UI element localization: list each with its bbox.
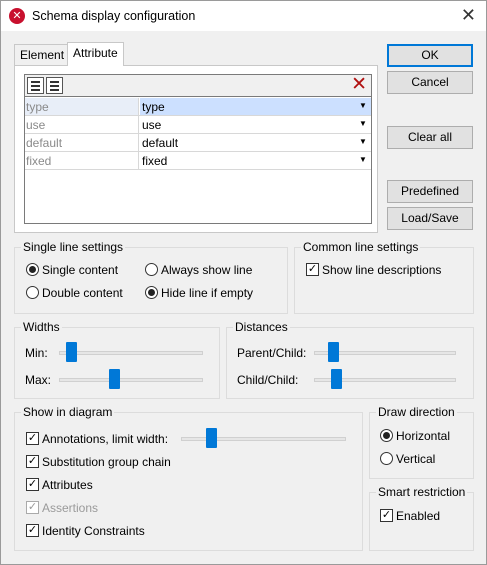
attribute-grid: ✕ type type ▼ use use ▼ default default [24, 74, 372, 224]
close-icon[interactable]: ✕ [461, 5, 476, 25]
cancel-button[interactable]: Cancel [387, 71, 473, 94]
row-name: use [25, 116, 139, 133]
parent-child-slider-thumb[interactable] [328, 342, 340, 362]
vertical-label[interactable]: Vertical [396, 452, 435, 466]
annotation-width-slider-thumb[interactable] [205, 428, 217, 448]
vertical-radio[interactable] [380, 452, 393, 465]
grid-toolbar: ✕ [25, 74, 371, 97]
row-value: default [142, 136, 179, 150]
max-label: Max: [25, 373, 52, 387]
show-line-descriptions-label[interactable]: Show line descriptions [322, 263, 441, 277]
append-row-icon[interactable] [27, 77, 44, 94]
clear-all-button[interactable]: Clear all [387, 126, 473, 149]
row-value: type [142, 100, 165, 114]
min-width-slider-track[interactable] [59, 351, 203, 355]
enabled-checkbox[interactable]: ✓ [380, 509, 393, 522]
always-show-line-radio[interactable] [145, 263, 158, 276]
table-row[interactable]: type type ▼ [25, 98, 371, 116]
annotations-checkbox[interactable]: ✓ [26, 432, 39, 445]
draw-direction-group: Draw direction [369, 405, 474, 479]
child-child-slider-thumb[interactable] [331, 369, 343, 389]
parent-child-label: Parent/Child: [237, 346, 307, 360]
min-label: Min: [25, 346, 48, 360]
row-value-select[interactable]: fixed ▼ [140, 152, 371, 169]
dialog-window: ✕ Schema display configuration ✕ Element… [0, 0, 487, 565]
row-name: type [25, 98, 139, 115]
dropdown-arrow-icon[interactable]: ▼ [357, 118, 369, 130]
attributes-checkbox[interactable]: ✓ [26, 478, 39, 491]
identity-constraints-checkbox[interactable]: ✓ [26, 524, 39, 537]
group-title: Show in diagram [21, 405, 115, 419]
double-content-radio[interactable] [26, 286, 39, 299]
group-title: Widths [21, 320, 62, 334]
insert-row-icon[interactable] [46, 77, 63, 94]
substitution-group-chain-label[interactable]: Substitution group chain [42, 455, 171, 469]
row-value-select[interactable]: use ▼ [140, 116, 371, 133]
single-line-settings-group: Single line settings [14, 240, 288, 314]
max-width-slider-thumb[interactable] [109, 369, 121, 389]
delete-row-icon[interactable]: ✕ [351, 74, 367, 96]
always-show-line-label[interactable]: Always show line [161, 263, 252, 277]
group-title: Smart restriction [376, 485, 468, 499]
hide-line-if-empty-radio[interactable] [145, 286, 158, 299]
child-child-label: Child/Child: [237, 373, 299, 387]
tab-attribute[interactable]: Attribute [67, 42, 124, 66]
attribute-tab-panel: ✕ type type ▼ use use ▼ default default [14, 65, 378, 233]
predefined-button[interactable]: Predefined [387, 180, 473, 203]
row-value: fixed [142, 154, 168, 168]
double-content-label[interactable]: Double content [42, 286, 123, 300]
horizontal-radio[interactable] [380, 429, 393, 442]
dropdown-arrow-icon[interactable]: ▼ [357, 136, 369, 148]
max-width-slider-track[interactable] [59, 378, 203, 382]
enabled-label[interactable]: Enabled [396, 509, 440, 523]
group-title: Draw direction [376, 405, 457, 419]
hide-line-if-empty-label[interactable]: Hide line if empty [161, 286, 253, 300]
table-row[interactable]: fixed fixed ▼ [25, 152, 371, 170]
attributes-label[interactable]: Attributes [42, 478, 93, 492]
horizontal-label[interactable]: Horizontal [396, 429, 450, 443]
assertions-checkbox: ✓ [26, 501, 39, 514]
table-row[interactable]: use use ▼ [25, 116, 371, 134]
group-title: Common line settings [301, 240, 421, 254]
dropdown-arrow-icon[interactable]: ▼ [357, 154, 369, 166]
annotations-label[interactable]: Annotations, limit width: [42, 432, 168, 446]
assertions-label: Assertions [42, 501, 99, 515]
ok-button[interactable]: OK [387, 44, 473, 67]
common-line-settings-group: Common line settings [294, 240, 474, 314]
min-width-slider-thumb[interactable] [66, 342, 78, 362]
load-save-button[interactable]: Load/Save [387, 207, 473, 230]
row-value-select[interactable]: default ▼ [140, 134, 371, 151]
identity-constraints-label[interactable]: Identity Constraints [42, 524, 145, 538]
show-line-descriptions-checkbox[interactable]: ✓ [306, 263, 319, 276]
table-row[interactable]: default default ▼ [25, 134, 371, 152]
distances-group: Distances [226, 320, 474, 399]
dropdown-arrow-icon[interactable]: ▼ [357, 100, 369, 112]
single-content-radio[interactable] [26, 263, 39, 276]
single-content-label[interactable]: Single content [42, 263, 118, 277]
window-title: Schema display configuration [32, 9, 196, 23]
tab-element[interactable]: Element [14, 44, 71, 65]
row-name: fixed [25, 152, 139, 169]
group-title: Single line settings [21, 240, 126, 254]
group-title: Distances [233, 320, 290, 334]
title-bar: ✕ Schema display configuration ✕ [1, 1, 486, 31]
substitution-group-chain-checkbox[interactable]: ✓ [26, 455, 39, 468]
row-value: use [142, 118, 162, 132]
row-name: default [25, 134, 139, 151]
row-value-select[interactable]: type ▼ [140, 98, 371, 115]
app-icon: ✕ [9, 8, 25, 24]
